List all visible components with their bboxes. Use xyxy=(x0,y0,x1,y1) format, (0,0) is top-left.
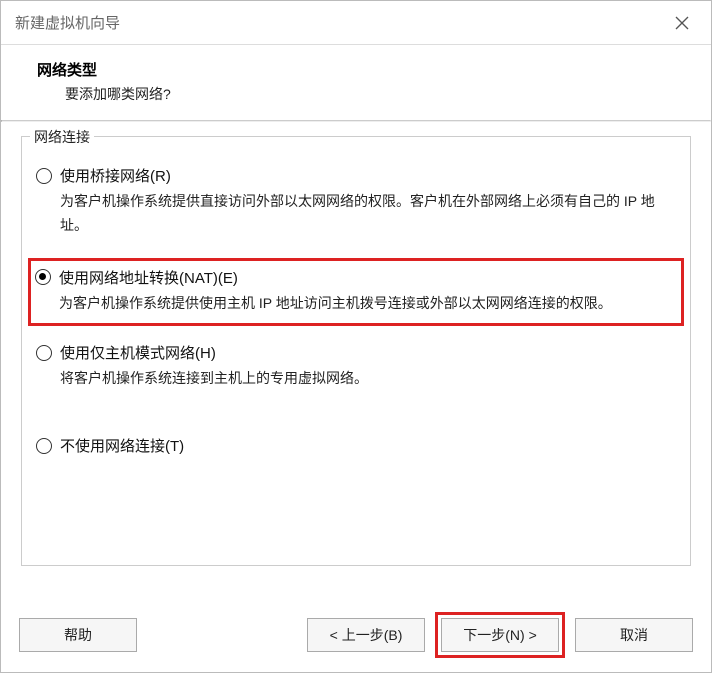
radio-nat-label: 使用网络地址转换(NAT)(E) xyxy=(59,267,238,288)
radio-icon xyxy=(36,168,52,184)
radio-bridged[interactable]: 使用桥接网络(R) xyxy=(36,165,676,186)
close-icon xyxy=(675,16,689,30)
group-legend: 网络连接 xyxy=(30,127,94,147)
spacer xyxy=(32,411,680,433)
next-highlight: 下一步(N) > xyxy=(435,612,565,658)
radio-icon xyxy=(35,269,51,285)
nav-button-group: < 上一步(B) 下一步(N) > 取消 xyxy=(307,612,693,658)
radio-bridged-label: 使用桥接网络(R) xyxy=(60,165,171,186)
option-none: 不使用网络连接(T) xyxy=(32,433,680,458)
button-bar: 帮助 < 上一步(B) 下一步(N) > 取消 xyxy=(1,602,711,672)
radio-hostonly-desc: 将客户机操作系统连接到主机上的专用虚拟网络。 xyxy=(36,367,676,391)
network-connection-group: 网络连接 使用桥接网络(R) 为客户机操作系统提供直接访问外部以太网网络的权限。… xyxy=(21,136,691,566)
wizard-window: 新建虚拟机向导 网络类型 要添加哪类网络? 网络连接 使用桥接网络(R) 为客户… xyxy=(0,0,712,673)
radio-hostonly[interactable]: 使用仅主机模式网络(H) xyxy=(36,342,676,363)
radio-nat-desc: 为客户机操作系统提供使用主机 IP 地址访问主机拨号连接或外部以太网网络连接的权… xyxy=(35,292,677,316)
option-hostonly: 使用仅主机模式网络(H) 将客户机操作系统连接到主机上的专用虚拟网络。 xyxy=(32,340,680,393)
wizard-header: 网络类型 要添加哪类网络? xyxy=(1,45,711,120)
next-button[interactable]: 下一步(N) > xyxy=(441,618,559,652)
help-button[interactable]: 帮助 xyxy=(19,618,137,652)
radio-bridged-desc: 为客户机操作系统提供直接访问外部以太网网络的权限。客户机在外部网络上必须有自己的… xyxy=(36,190,676,238)
back-button[interactable]: < 上一步(B) xyxy=(307,618,425,652)
radio-nat[interactable]: 使用网络地址转换(NAT)(E) xyxy=(35,267,677,288)
page-subtitle: 要添加哪类网络? xyxy=(37,84,675,104)
radio-none-label: 不使用网络连接(T) xyxy=(60,435,184,456)
radio-hostonly-label: 使用仅主机模式网络(H) xyxy=(60,342,216,363)
close-button[interactable] xyxy=(667,8,697,38)
page-title: 网络类型 xyxy=(37,59,675,80)
radio-none[interactable]: 不使用网络连接(T) xyxy=(36,435,676,456)
titlebar: 新建虚拟机向导 xyxy=(1,1,711,45)
radio-icon xyxy=(36,438,52,454)
option-bridged: 使用桥接网络(R) 为客户机操作系统提供直接访问外部以太网网络的权限。客户机在外… xyxy=(32,163,680,240)
radio-icon xyxy=(36,345,52,361)
window-title: 新建虚拟机向导 xyxy=(15,12,667,33)
option-nat: 使用网络地址转换(NAT)(E) 为客户机操作系统提供使用主机 IP 地址访问主… xyxy=(28,258,684,327)
cancel-button[interactable]: 取消 xyxy=(575,618,693,652)
content-area: 网络连接 使用桥接网络(R) 为客户机操作系统提供直接访问外部以太网网络的权限。… xyxy=(1,122,711,602)
